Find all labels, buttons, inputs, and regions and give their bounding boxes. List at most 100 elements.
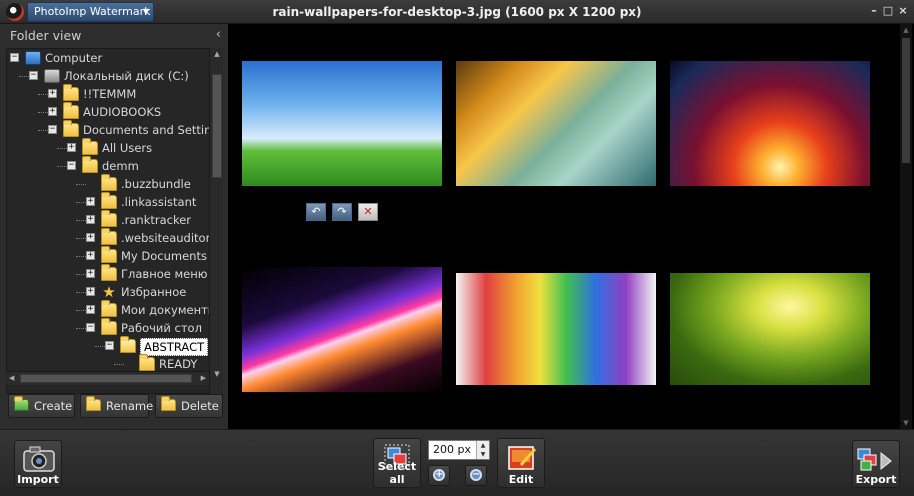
tree-item[interactable]: + All Users [7,138,222,157]
tree-connector [38,130,48,131]
thumbnail-sunburst-red[interactable] [670,61,870,186]
expand-icon[interactable]: + [86,197,95,206]
tree-item[interactable]: + .linkassistant [7,192,222,211]
export-button[interactable]: Export [852,440,900,488]
import-button[interactable]: Import [14,440,62,488]
tree-item[interactable]: − Локальный диск (C:) [7,67,222,85]
tree-item[interactable]: + My Documents [7,246,222,265]
delete-folder-button[interactable]: Delete [155,394,223,418]
collapse-icon[interactable]: − [67,161,76,170]
create-folder-button[interactable]: Create [8,394,75,418]
folder-open-icon [120,336,136,353]
thumbnail-sky-landscape[interactable] [242,61,442,186]
tree-item[interactable]: + .ranktracker [7,210,222,229]
folder-icon [101,228,117,245]
tree-item[interactable]: .buzzbundle [7,174,222,193]
tree-item-label: .buzzbundle [121,177,191,191]
thumbnail-vertical-scrollbar[interactable]: ▲ ▼ [900,24,912,429]
thumbnail-light-streaks[interactable] [242,267,442,392]
tree-item[interactable]: + AUDIOBOOKS [7,102,222,121]
tree-item-label: demm [102,159,139,173]
scroll-up-icon[interactable]: ▲ [900,26,912,34]
tree-connector [57,148,67,149]
folder-icon [82,156,98,173]
collapse-panel-icon[interactable]: ‹ [216,27,221,42]
collapse-icon[interactable]: − [86,323,95,332]
expand-icon[interactable]: + [86,233,95,242]
tree-connector [76,220,86,221]
tree-item[interactable]: − Рабочий стол [7,318,222,337]
tree-item[interactable]: − Documents and Settings [7,120,222,139]
collapse-icon[interactable]: − [10,53,19,62]
scroll-right-icon[interactable]: ▶ [201,374,206,382]
tree-item-label: Computer [45,51,103,65]
tree-item[interactable]: + ★ Избранное [7,283,222,301]
expand-icon[interactable]: + [86,305,95,314]
thumbnail-green-rays[interactable] [670,273,870,385]
folder-icon [101,192,117,209]
tree-connector [76,292,86,293]
minimize-button[interactable]: – [868,5,880,17]
collapse-icon[interactable]: − [48,125,57,134]
tree-item[interactable]: + Мои документы [7,300,222,319]
scrollbar-thumb[interactable] [212,74,222,178]
tree-item-label: AUDIOBOOKS [83,105,162,119]
zoom-stepper[interactable]: ▲ ▼ [476,441,489,459]
tree-item-label: .websiteauditor [121,231,211,245]
tree-item[interactable]: − demm [7,156,222,175]
expand-icon[interactable]: + [67,143,76,152]
scrollbar-thumb[interactable] [902,38,910,163]
zoom-in-button[interactable]: + [428,465,450,486]
folder-icon [63,84,79,101]
select-all-button[interactable]: Select all [373,438,421,488]
tree-item-label: .linkassistant [121,195,197,209]
collapse-icon[interactable]: − [105,341,114,350]
folder-tree[interactable]: − Computer − Локальный диск (C:) + !!TEMMM + AU… [6,48,223,394]
maximize-button[interactable]: □ [882,5,894,17]
delete-image-button[interactable]: ✕ [358,203,378,221]
tree-connector [76,238,86,239]
tree-horizontal-scrollbar[interactable]: ◀ ▶ [6,371,209,385]
panel-title: Folder view [10,28,82,43]
rename-folder-button[interactable]: Rename [80,394,153,418]
tree-item[interactable]: + !!TEMMM [7,84,222,103]
thumbnail-rainbow-smoke[interactable] [456,273,656,385]
expand-icon[interactable]: + [48,89,57,98]
expand-icon[interactable]: + [86,215,95,224]
tree-connector [95,346,105,347]
scrollbar-thumb[interactable] [20,374,192,383]
delete-folder-icon [161,396,176,411]
tree-item[interactable]: + Главное меню [7,264,222,283]
rotate-left-button[interactable]: ↶ [306,203,326,221]
select-all-label: Select all [377,460,417,486]
scroll-up-icon[interactable]: ▲ [210,50,224,58]
tree-item[interactable]: − ABSTRACT [7,336,222,356]
scroll-down-icon[interactable]: ▼ [900,419,912,427]
scroll-down-icon[interactable]: ▼ [210,370,224,378]
expand-icon[interactable]: + [86,269,95,278]
folder-icon [101,246,117,263]
app-menu-button[interactable]: PhotoImp Watermark ▼ [27,2,154,22]
close-button[interactable]: × [897,5,909,17]
folder-icon [101,300,117,317]
scroll-left-icon[interactable]: ◀ [9,374,14,382]
expand-icon[interactable]: + [86,251,95,260]
tree-item-label: Локальный диск (C:) [64,69,189,83]
collapse-icon[interactable]: − [29,71,38,80]
thumbnail-golden-diagonal[interactable] [456,61,656,186]
tree-vertical-scrollbar[interactable]: ▲ ▼ [209,48,223,394]
zoom-out-button[interactable]: − [465,465,487,486]
tree-item[interactable]: − Computer [7,49,222,67]
tree-item[interactable]: + .websiteauditor [7,228,222,247]
expand-icon[interactable]: + [48,107,57,116]
zoom-size-field[interactable]: 200 px ▲ ▼ [428,440,490,460]
folder-icon [101,210,117,227]
edit-button[interactable]: Edit [497,438,545,488]
tree-connector [76,274,86,275]
rotate-right-button[interactable]: ↷ [332,203,352,221]
create-label: Create [34,399,73,413]
tree-connector [19,76,29,77]
thumbnail-view[interactable]: ↶ ↷ ✕ ▲ ▼ [228,24,914,429]
expand-icon[interactable]: + [86,287,95,296]
folder-icon [101,174,117,191]
